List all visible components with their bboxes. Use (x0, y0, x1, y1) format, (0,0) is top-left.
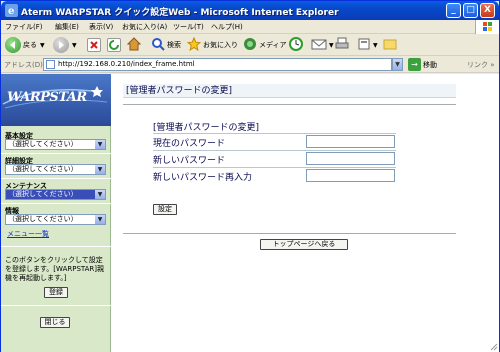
current-password-label: 現在のパスワード (153, 139, 226, 149)
go-arrow-icon: → (408, 58, 421, 71)
page-content: WARPSTAR 基本設定 （選択してください） ▼ 詳細設定 （選択してくださ… (1, 74, 499, 352)
forward-arrow-icon (53, 37, 69, 53)
title-bar: e Aterm WARPSTAR クイック設定Web - Microsoft I… (1, 1, 499, 20)
close-frame-button[interactable]: 閉じる (40, 317, 70, 328)
confirm-password-input[interactable] (306, 169, 395, 182)
history-button[interactable] (289, 36, 303, 54)
browser-window: e Aterm WARPSTAR クイック設定Web - Microsoft I… (0, 0, 500, 352)
history-icon (289, 37, 303, 53)
menu-favorites[interactable]: お気に入り(A) (122, 22, 167, 32)
media-label: メディア (259, 41, 287, 49)
chevron-down-icon: ▼ (95, 215, 105, 224)
favorites-button[interactable]: お気に入り (186, 36, 238, 54)
stop-icon (87, 38, 101, 52)
chevron-down-icon: ▼ (329, 41, 334, 49)
close-button[interactable]: X (480, 3, 495, 18)
window-title: Aterm WARPSTAR クイック設定Web - Microsoft Int… (21, 8, 339, 18)
home-button[interactable] (126, 36, 142, 54)
maintenance-select[interactable]: （選択してください） ▼ (5, 189, 106, 200)
new-password-label: 新しいパスワード (153, 156, 226, 166)
mail-icon (311, 37, 327, 53)
print-button[interactable] (335, 36, 349, 54)
chevron-down-icon: ▼ (95, 140, 105, 149)
confirm-password-row: 新しいパスワード再入力 (153, 167, 396, 183)
menu-tools[interactable]: ツール(T) (173, 22, 204, 32)
information-select[interactable]: （選択してください） ▼ (5, 214, 106, 225)
logo-text: WARPSTAR (7, 90, 87, 105)
address-dropdown-button[interactable]: ▼ (392, 58, 403, 71)
edit-icon (357, 37, 371, 53)
menu-help[interactable]: ヘルプ(H) (211, 22, 243, 32)
forward-button[interactable]: ▼ (53, 36, 77, 54)
page-icon (46, 60, 55, 69)
confirm-password-label: 新しいパスワード再入力 (153, 173, 253, 183)
windows-logo-icon (475, 20, 499, 34)
printer-icon (335, 37, 349, 53)
page-title: [管理者パスワードの変更] (123, 84, 456, 98)
media-icon (243, 37, 257, 53)
chevron-down-icon: ▼ (95, 165, 105, 174)
back-button[interactable]: 戻る ▼ (5, 36, 45, 54)
warpstar-logo: WARPSTAR (1, 74, 111, 126)
register-note: このボタンをクリックして設定を登録します。[WARPSTAR]親機を再起動します… (5, 256, 105, 282)
messenger-button[interactable] (383, 36, 397, 54)
address-bar: アドレス(D) http://192.168.0.210/index_frame… (1, 56, 499, 73)
refresh-icon (107, 38, 121, 52)
ie-icon: e (5, 4, 18, 17)
menu-edit[interactable]: 編集(E) (55, 22, 79, 32)
search-label: 検索 (167, 41, 181, 49)
form-title: [管理者パスワードの変更] (153, 123, 260, 133)
sidebar: WARPSTAR 基本設定 （選択してください） ▼ 詳細設定 （選択してくださ… (1, 74, 111, 352)
chevron-down-icon: ▼ (373, 41, 378, 49)
toolbar: 戻る ▼ ▼ 検索 お気に入り メディア ▼ ▼ (1, 34, 499, 56)
address-label: アドレス(D) (4, 61, 43, 69)
search-icon (151, 37, 165, 53)
address-url: http://192.168.0.210/index_frame.html (58, 60, 195, 68)
maximize-button[interactable]: □ (463, 3, 478, 18)
new-password-input[interactable] (306, 152, 395, 165)
back-label: 戻る (23, 41, 37, 49)
folder-icon (383, 37, 397, 53)
menu-file[interactable]: ファイル(F) (5, 22, 43, 32)
current-password-input[interactable] (306, 135, 395, 148)
divider (123, 233, 456, 234)
register-button[interactable]: 登録 (44, 287, 68, 298)
media-button[interactable]: メディア (243, 36, 287, 54)
current-password-row: 現在のパスワード (153, 133, 396, 149)
basic-settings-select[interactable]: （選択してください） ▼ (5, 139, 106, 150)
address-input[interactable]: http://192.168.0.210/index_frame.html (43, 58, 392, 71)
mail-button[interactable]: ▼ (311, 36, 334, 54)
chevron-down-icon: ▼ (95, 190, 105, 199)
menu-list-link[interactable]: メニュー一覧 (7, 229, 49, 239)
go-label: 移動 (423, 60, 437, 69)
menu-view[interactable]: 表示(V) (89, 22, 113, 32)
top-page-button[interactable]: トップページへ戻る (260, 239, 348, 250)
refresh-button[interactable] (107, 36, 121, 54)
edit-button[interactable]: ▼ (357, 36, 378, 54)
submit-button[interactable]: 設定 (153, 204, 177, 215)
favorites-label: お気に入り (203, 41, 238, 49)
resize-grip-icon[interactable] (490, 343, 498, 351)
minimize-button[interactable]: _ (446, 3, 461, 18)
menu-bar: ファイル(F) 編集(E) 表示(V) お気に入り(A) ツール(T) ヘルプ(… (1, 20, 499, 34)
chevron-down-icon: ▼ (72, 41, 77, 49)
go-button[interactable]: → 移動 (408, 58, 437, 71)
divider (123, 104, 456, 105)
svg-text:e: e (8, 6, 14, 17)
advanced-settings-select[interactable]: （選択してください） ▼ (5, 164, 106, 175)
search-button[interactable]: 検索 (151, 36, 181, 54)
home-icon (126, 37, 142, 53)
back-arrow-icon (5, 37, 21, 53)
stop-button[interactable] (87, 36, 101, 54)
links-button[interactable]: リンク » (467, 60, 495, 70)
new-password-row: 新しいパスワード (153, 150, 396, 166)
chevron-down-icon: ▼ (40, 41, 45, 49)
star-icon (186, 36, 202, 53)
